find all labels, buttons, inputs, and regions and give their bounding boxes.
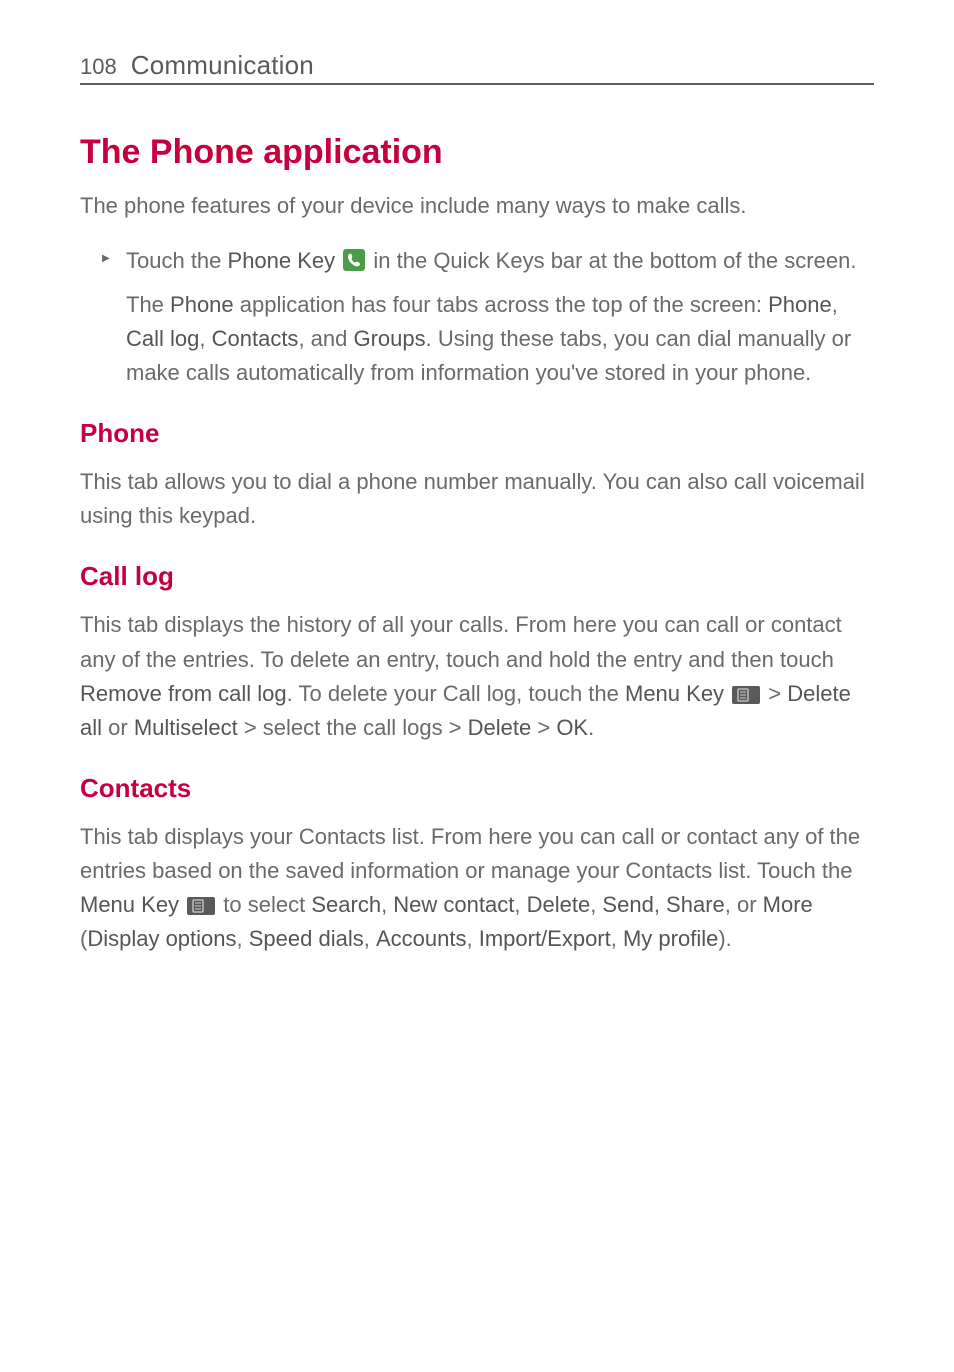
share-label: Share bbox=[666, 892, 725, 917]
search-label: Search bbox=[311, 892, 381, 917]
page-number: 108 bbox=[80, 54, 117, 80]
phone-icon bbox=[343, 247, 365, 269]
tab-phone: Phone bbox=[768, 292, 832, 317]
accounts-label: Accounts bbox=[376, 926, 467, 951]
heading-phone: Phone bbox=[80, 418, 874, 449]
send-label: Send bbox=[602, 892, 653, 917]
page-content: 108 Communication The Phone application … bbox=[0, 0, 954, 956]
delete-label-2: Delete bbox=[527, 892, 591, 917]
intro-text: The phone features of your device includ… bbox=[80, 190, 874, 222]
page-header: 108 Communication bbox=[80, 50, 874, 85]
phone-body: This tab allows you to dial a phone numb… bbox=[80, 465, 874, 533]
my-profile-label: My profile bbox=[623, 926, 718, 951]
menu-key-label: Menu Key bbox=[625, 681, 724, 706]
tab-groups: Groups bbox=[353, 326, 425, 351]
bullet-block: Touch the Phone Key in the Quick Keys ba… bbox=[80, 244, 874, 390]
multiselect: Multiselect bbox=[134, 715, 238, 740]
tab-contacts: Contacts bbox=[212, 326, 299, 351]
display-options-label: Display options bbox=[87, 926, 236, 951]
section-title: Communication bbox=[131, 50, 314, 81]
phone-key-label: Phone Key bbox=[228, 248, 336, 273]
call-log-body: This tab displays the history of all you… bbox=[80, 608, 874, 744]
bullet-line-1: Touch the Phone Key in the Quick Keys ba… bbox=[126, 244, 874, 278]
remove-from-call-log: Remove from call log bbox=[80, 681, 287, 706]
heading-contacts: Contacts bbox=[80, 773, 874, 804]
heading-call-log: Call log bbox=[80, 561, 874, 592]
phone-app-label: Phone bbox=[170, 292, 234, 317]
menu-icon bbox=[187, 891, 215, 909]
more-label: More bbox=[763, 892, 813, 917]
tab-call-log: Call log bbox=[126, 326, 199, 351]
contacts-body: This tab displays your Contacts list. Fr… bbox=[80, 820, 874, 956]
bullet-line-2: The Phone application has four tabs acro… bbox=[126, 288, 874, 390]
delete-label: Delete bbox=[468, 715, 532, 740]
import-export-label: Import/Export bbox=[479, 926, 611, 951]
new-contact-label: New contact bbox=[393, 892, 514, 917]
page-title: The Phone application bbox=[80, 133, 874, 172]
ok-label: OK bbox=[556, 715, 588, 740]
menu-key-label-2: Menu Key bbox=[80, 892, 179, 917]
menu-icon bbox=[732, 680, 760, 698]
speed-dials-label: Speed dials bbox=[249, 926, 364, 951]
